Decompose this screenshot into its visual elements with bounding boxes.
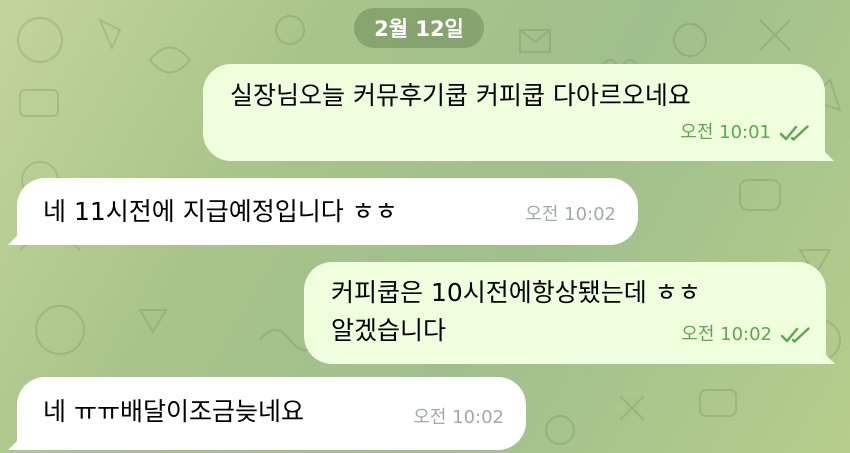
message-meta: 오전 10:02	[525, 196, 616, 234]
message-meta: 오전 10:01	[680, 114, 811, 152]
message-bubble-incoming[interactable]: 네 ㅠㅠ배달이조금늦네요 오전 10:02	[8, 377, 526, 450]
date-label: 2월 12일	[374, 17, 464, 41]
bubble-tail	[8, 227, 26, 245]
message-bubble-outgoing[interactable]: 실장님오늘 커뮤후기쿱 커피쿱 다아르오네요 오전 10:01	[203, 64, 834, 161]
message-text: 네 ㅠㅠ배달이조금늦네요	[43, 397, 304, 426]
date-separator: 2월 12일	[354, 8, 484, 48]
message-bubble-outgoing[interactable]: 커피쿱은 10시전에항상됐는데 ㅎㅎ 알겠습니다 오전 10:02	[304, 262, 835, 364]
double-check-icon	[779, 125, 809, 141]
message-meta: 오전 10:02	[413, 399, 504, 437]
message-text: 실장님오늘 커뮤후기쿱 커피쿱 다아르오네요	[230, 81, 691, 110]
message-bubble-incoming[interactable]: 네 11시전에 지급예정입니다 ㅎㅎ 오전 10:02	[8, 178, 638, 245]
message-time: 오전 10:02	[681, 324, 772, 345]
bubble-tail	[816, 143, 834, 161]
bubble-tail	[8, 432, 26, 450]
message-time: 오전 10:02	[525, 204, 616, 225]
message-time: 오전 10:02	[413, 407, 504, 428]
bubble-tail	[817, 346, 835, 364]
message-meta: 오전 10:02	[681, 316, 812, 354]
message-text: 알겠습니다	[331, 316, 447, 345]
message-text: 커피쿱은 10시전에항상됐는데 ㅎㅎ	[331, 278, 701, 307]
double-check-icon	[780, 327, 810, 343]
message-time: 오전 10:01	[680, 122, 771, 143]
message-text: 네 11시전에 지급예정입니다 ㅎㅎ	[43, 197, 398, 226]
